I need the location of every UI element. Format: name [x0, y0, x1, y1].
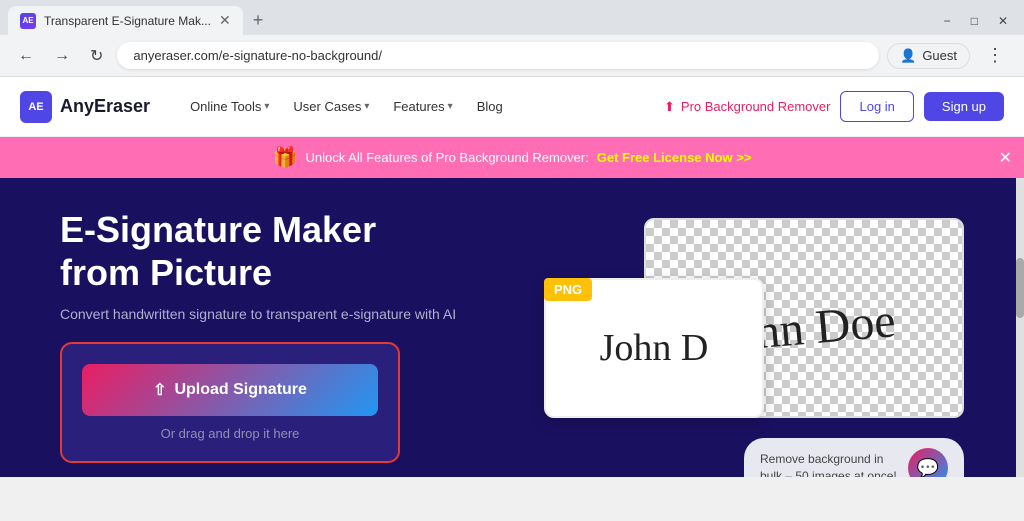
nav-features[interactable]: Features ▾ — [383, 91, 462, 122]
nav-user-cases[interactable]: User Cases ▾ — [283, 91, 379, 122]
window-controls: − □ ✕ — [936, 12, 1016, 30]
gift-icon: 🎁 — [273, 145, 298, 170]
maximize-button[interactable]: □ — [963, 12, 986, 30]
logo-icon: AE — [20, 91, 52, 123]
chevron-down-icon: ▾ — [448, 101, 453, 112]
nav-links: Online Tools ▾ User Cases ▾ Features ▾ B… — [180, 91, 664, 122]
nav-actions: ⬆ Pro Background Remover Log in Sign up — [664, 91, 1004, 122]
hero-left: E-Signature Maker from Picture Convert h… — [60, 208, 504, 463]
forward-button[interactable]: → — [48, 43, 76, 69]
tab-title: Transparent E-Signature Mak... — [44, 14, 211, 28]
guest-icon: 👤 — [900, 48, 916, 64]
banner-close-button[interactable]: ✕ — [999, 148, 1012, 168]
nav-blog[interactable]: Blog — [467, 91, 513, 122]
title-bar: AE Transparent E-Signature Mak... ✕ + − … — [0, 0, 1024, 35]
upload-signature-button[interactable]: ⇧ Upload Signature — [82, 364, 378, 416]
signup-button[interactable]: Sign up — [924, 92, 1004, 121]
nav-online-tools[interactable]: Online Tools ▾ — [180, 91, 279, 122]
upload-icon: ⇧ — [153, 380, 166, 400]
logo-text: AnyEraser — [60, 96, 150, 117]
hero-subtitle: Convert handwritten signature to transpa… — [60, 306, 504, 322]
banner-text: Unlock All Features of Pro Background Re… — [306, 150, 589, 165]
bulk-badge: Remove background in bulk – 50 images at… — [744, 438, 964, 477]
tab-favicon: AE — [20, 13, 36, 29]
upload-box: ⇧ Upload Signature Or drag and drop it h… — [60, 342, 400, 463]
hero-preview: John Doe PNG John D Remove background in… — [544, 208, 964, 477]
pro-icon: ⬆ — [664, 99, 675, 115]
close-button[interactable]: ✕ — [990, 12, 1016, 30]
tab-close-button[interactable]: ✕ — [219, 12, 231, 29]
hero-section: E-Signature Maker from Picture Convert h… — [0, 178, 1024, 477]
bulk-badge-text: Remove background in bulk – 50 images at… — [760, 451, 898, 477]
banner-link[interactable]: Get Free License Now >> — [597, 150, 752, 165]
promo-banner: 🎁 Unlock All Features of Pro Background … — [0, 137, 1024, 178]
bulk-icon: 💬 — [908, 448, 948, 477]
browser-chrome: AE Transparent E-Signature Mak... ✕ + − … — [0, 0, 1024, 77]
upload-hint: Or drag and drop it here — [82, 426, 378, 441]
signature-front-text: John D — [600, 326, 709, 370]
chevron-down-icon: ▾ — [264, 101, 269, 112]
new-tab-button[interactable]: + — [245, 6, 272, 35]
browser-menu-button[interactable]: ⋮ — [978, 41, 1012, 70]
address-input[interactable] — [117, 42, 879, 69]
reload-button[interactable]: ↻ — [84, 42, 109, 70]
chevron-down-icon: ▾ — [364, 101, 369, 112]
site-nav: AE AnyEraser Online Tools ▾ User Cases ▾… — [0, 77, 1024, 137]
login-button[interactable]: Log in — [840, 91, 913, 122]
address-bar: ← → ↻ 👤 Guest ⋮ — [0, 35, 1024, 76]
minimize-button[interactable]: − — [936, 12, 959, 30]
back-button[interactable]: ← — [12, 43, 40, 69]
hero-title: E-Signature Maker from Picture — [60, 208, 504, 294]
png-badge: PNG — [544, 278, 592, 301]
website-content: AE AnyEraser Online Tools ▾ User Cases ▾… — [0, 77, 1024, 477]
guest-label: Guest — [922, 48, 957, 63]
scrollbar[interactable] — [1016, 178, 1024, 477]
guest-button[interactable]: 👤 Guest — [887, 43, 970, 69]
browser-tab[interactable]: AE Transparent E-Signature Mak... ✕ — [8, 6, 243, 35]
scrollbar-thumb[interactable] — [1016, 258, 1024, 318]
pro-background-remover-link[interactable]: ⬆ Pro Background Remover — [664, 99, 830, 115]
site-logo[interactable]: AE AnyEraser — [20, 91, 150, 123]
